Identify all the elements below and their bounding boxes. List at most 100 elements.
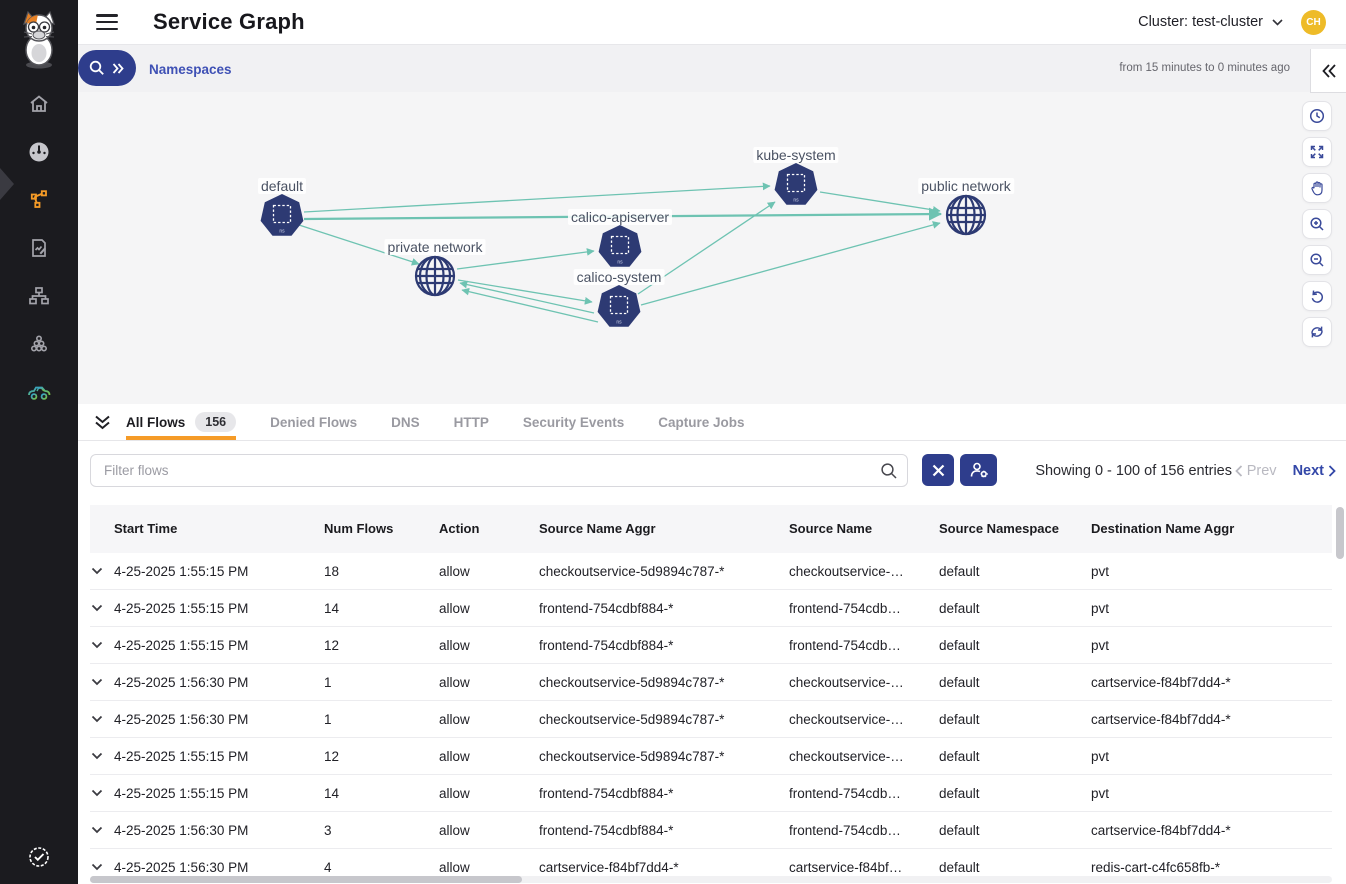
graph-node-label[interactable]: kube-system (753, 147, 838, 163)
tab-denied-flows[interactable]: Denied Flows (270, 404, 357, 440)
col-source-namespace[interactable]: Source Namespace (939, 521, 1091, 537)
graph-node-label[interactable]: calico-system (574, 269, 665, 285)
col-destination-name-aggr[interactable]: Destination Name Aggr (1091, 521, 1332, 537)
row-expand-button[interactable] (90, 789, 114, 797)
next-label: Next (1293, 463, 1324, 479)
graph-node-calico-apiserver[interactable]: ns (596, 223, 644, 271)
pagination-summary: Showing 0 - 100 of 156 entries (1035, 454, 1232, 487)
collapse-right-panel-button[interactable] (1310, 49, 1346, 93)
col-start-time[interactable]: Start Time (114, 521, 324, 537)
chevron-down-icon (91, 567, 103, 575)
cell-start-time: 4-25-2025 1:55:15 PM (114, 749, 324, 764)
tab-all-flows[interactable]: All Flows 156 (126, 404, 236, 440)
cell-action: allow (439, 712, 539, 727)
sidebar-item-demo-car[interactable] (0, 368, 78, 416)
horizontal-scrollbar[interactable] (90, 876, 1332, 883)
graph-node-label[interactable]: private network (385, 239, 486, 255)
service-graph-canvas[interactable]: ns default private network ns calico-api… (78, 92, 1346, 404)
filter-flows-input[interactable] (91, 455, 907, 486)
col-num-flows[interactable]: Num Flows (324, 521, 439, 537)
zoom-in-icon (1309, 216, 1325, 232)
sidebar-item-service-graph[interactable] (0, 176, 78, 224)
graph-node-calico-system[interactable]: ns (595, 283, 643, 331)
time-settings-button[interactable] (1302, 101, 1332, 131)
cell-source-namespace: default (939, 823, 1091, 838)
sidebar-item-home[interactable] (0, 80, 78, 128)
breadcrumb[interactable]: Namespaces (149, 45, 232, 93)
tab-http[interactable]: HTTP (454, 404, 489, 440)
graph-node-public-network[interactable] (944, 193, 988, 237)
collapse-flows-panel-button[interactable] (78, 404, 126, 440)
next-page-button[interactable]: Next (1293, 463, 1336, 479)
graph-node-label[interactable]: default (258, 178, 306, 194)
verified-badge-icon[interactable] (26, 844, 52, 870)
table-row[interactable]: 4-25-2025 1:55:15 PM 12 allow frontend-7… (90, 627, 1332, 664)
cell-start-time: 4-25-2025 1:56:30 PM (114, 675, 324, 690)
zoom-in-button[interactable] (1302, 209, 1332, 239)
top-header: Service Graph Cluster: test-cluster CH (78, 0, 1346, 44)
cell-destination-name-aggr: pvt (1091, 749, 1332, 764)
flows-table: Start Time Num Flows Action Source Name … (90, 505, 1332, 884)
cell-source-namespace: default (939, 749, 1091, 764)
table-row[interactable]: 4-25-2025 1:56:30 PM 1 allow checkoutser… (90, 701, 1332, 738)
cluster-selector[interactable]: Cluster: test-cluster (1138, 14, 1283, 30)
tab-capture-jobs[interactable]: Capture Jobs (658, 404, 744, 440)
header-right: Cluster: test-cluster CH (1138, 10, 1346, 35)
cell-destination-name-aggr: redis-cart-c4fc658fb-* (1091, 860, 1332, 875)
graph-node-kube-system[interactable]: ns (772, 161, 820, 209)
col-action[interactable]: Action (439, 521, 539, 537)
clear-filter-button[interactable] (922, 454, 954, 486)
tab-security-events[interactable]: Security Events (523, 404, 624, 440)
vertical-scrollbar-thumb[interactable] (1336, 507, 1344, 559)
cell-destination-name-aggr: cartservice-f84bf7dd4-* (1091, 675, 1332, 690)
table-row[interactable]: 4-25-2025 1:55:15 PM 14 allow frontend-7… (90, 775, 1332, 812)
zoom-out-button[interactable] (1302, 245, 1332, 275)
col-source-name[interactable]: Source Name (789, 521, 939, 537)
table-row[interactable]: 4-25-2025 1:55:15 PM 12 allow checkoutse… (90, 738, 1332, 775)
cell-action: allow (439, 675, 539, 690)
sidebar-item-components[interactable] (0, 320, 78, 368)
fullscreen-button[interactable] (1302, 137, 1332, 167)
row-expand-button[interactable] (90, 641, 114, 649)
sidebar-item-flow-logs[interactable] (0, 224, 78, 272)
graph-node-private-network[interactable] (413, 254, 457, 298)
hamburger-menu-button[interactable] (96, 14, 118, 30)
graph-node-label[interactable]: public network (918, 178, 1014, 194)
row-expand-button[interactable] (90, 715, 114, 723)
cell-start-time: 4-25-2025 1:55:15 PM (114, 786, 324, 801)
user-avatar[interactable]: CH (1301, 10, 1326, 35)
table-row[interactable]: 4-25-2025 1:56:30 PM 3 allow frontend-75… (90, 812, 1332, 849)
tab-dns[interactable]: DNS (391, 404, 420, 440)
prev-page-button[interactable]: Prev (1235, 463, 1277, 479)
row-expand-button[interactable] (90, 567, 114, 575)
pan-tool-button[interactable] (1302, 173, 1332, 203)
horizontal-scrollbar-thumb[interactable] (90, 876, 522, 883)
table-row[interactable]: 4-25-2025 1:55:15 PM 18 allow checkoutse… (90, 553, 1332, 590)
cell-action: allow (439, 564, 539, 579)
table-row[interactable]: 4-25-2025 1:55:15 PM 14 allow frontend-7… (90, 590, 1332, 627)
cell-num-flows: 18 (324, 564, 439, 579)
table-row[interactable]: 4-25-2025 1:56:30 PM 1 allow checkoutser… (90, 664, 1332, 701)
chevron-down-icon (91, 678, 103, 686)
tab-label: All Flows (126, 415, 185, 430)
col-source-name-aggr[interactable]: Source Name Aggr (539, 521, 789, 537)
cell-action: allow (439, 638, 539, 653)
refresh-button[interactable] (1302, 317, 1332, 347)
cell-source-name-aggr: checkoutservice-5d9894c787-* (539, 564, 789, 579)
calico-cat-logo[interactable] (0, 0, 78, 80)
graph-search-button[interactable] (78, 50, 136, 86)
cell-num-flows: 12 (324, 638, 439, 653)
reset-view-button[interactable] (1302, 281, 1332, 311)
graph-node-default[interactable]: ns (258, 192, 306, 240)
row-expand-button[interactable] (90, 752, 114, 760)
search-icon[interactable] (880, 462, 898, 480)
sidebar-item-dashboard[interactable] (0, 128, 78, 176)
row-expand-button[interactable] (90, 863, 114, 871)
sidebar-item-network-topology[interactable] (0, 272, 78, 320)
graph-node-label[interactable]: calico-apiserver (568, 209, 672, 225)
column-customize-button[interactable] (960, 454, 997, 486)
row-expand-button[interactable] (90, 678, 114, 686)
row-expand-button[interactable] (90, 826, 114, 834)
vertical-scrollbar[interactable] (1336, 505, 1344, 878)
row-expand-button[interactable] (90, 604, 114, 612)
